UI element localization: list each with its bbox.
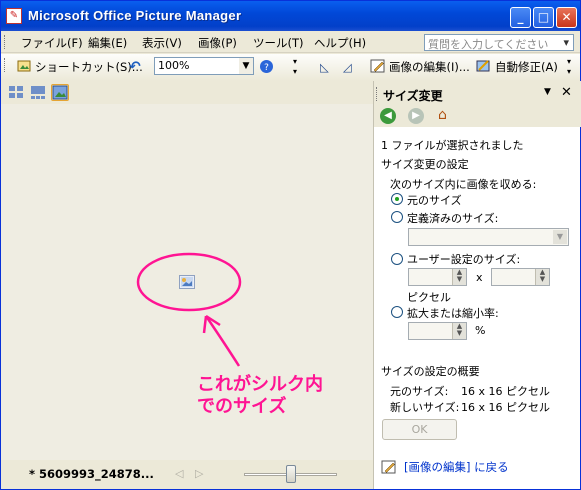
opt-custom-label: ユーザー設定のサイズ: bbox=[407, 253, 521, 266]
orig-size-label: 元のサイズ: bbox=[390, 385, 449, 398]
task-pane: サイズ変更 ▼ ✕ ◀ ▶ ⌂ 1 ファイルが選択されました サイズ変更の設定 … bbox=[373, 81, 581, 489]
pixels-label: ピクセル bbox=[407, 291, 451, 304]
menu-edit[interactable]: 編集(E) bbox=[88, 35, 127, 51]
edit-picture-link-icon[interactable] bbox=[381, 459, 397, 478]
back-to-edit-link[interactable]: [画像の編集] に戻る bbox=[404, 459, 509, 475]
toolbar-options-icon[interactable]: ▾ ▾ bbox=[293, 57, 297, 77]
auto-correct-button[interactable]: 自動修正(A) bbox=[495, 57, 558, 77]
menu-file[interactable]: ファイル(F) bbox=[21, 35, 83, 51]
undo-icon[interactable]: ↶ bbox=[129, 57, 141, 77]
forward-arrow-icon[interactable]: ▶ bbox=[408, 108, 424, 124]
new-size-value: 16 x 16 ピクセル bbox=[461, 401, 550, 414]
opt-original-label: 元のサイズ bbox=[407, 194, 462, 207]
back-arrow-icon[interactable]: ◀ bbox=[380, 108, 396, 124]
svg-text:?: ? bbox=[264, 63, 269, 73]
zoom-slider-thumb[interactable] bbox=[286, 465, 296, 483]
pane-close-icon[interactable]: ✕ bbox=[561, 85, 572, 100]
annotation-text-line1: これがシルク内 bbox=[197, 373, 323, 395]
picture-manager-icon: ✎ bbox=[6, 8, 22, 24]
auto-correct-icon[interactable] bbox=[476, 57, 492, 77]
rotate-left-icon[interactable]: ◺ bbox=[320, 57, 329, 77]
zoom-value: 100% bbox=[158, 59, 190, 72]
annotation-arrow-line bbox=[204, 315, 241, 367]
ok-button[interactable]: OK bbox=[382, 419, 457, 440]
picture-thumbnail[interactable] bbox=[179, 275, 195, 289]
summary-header: サイズの設定の概要 bbox=[381, 365, 480, 378]
custom-width-input[interactable]: ▲ ▼ bbox=[408, 268, 467, 286]
radio-original[interactable] bbox=[391, 193, 403, 205]
minimize-button[interactable]: _ bbox=[510, 7, 531, 28]
percent-input[interactable]: ▲ ▼ bbox=[408, 322, 467, 340]
app-window: ✎ Microsoft Office Picture Manager _ □ ✕… bbox=[0, 0, 581, 490]
orig-size-value: 16 x 16 ピクセル bbox=[461, 385, 550, 398]
percent-spinner-icon[interactable]: ▲ ▼ bbox=[452, 323, 466, 339]
edit-picture-button[interactable]: 画像の編集(I)... bbox=[389, 57, 470, 77]
menu-help[interactable]: ヘルプ(H) bbox=[314, 35, 366, 51]
opt-percent-label: 拡大または縮小率: bbox=[407, 307, 499, 320]
width-spinner-icon[interactable]: ▲ ▼ bbox=[452, 269, 466, 285]
edit-picture-icon[interactable] bbox=[370, 57, 386, 77]
radio-predefined[interactable] bbox=[391, 211, 403, 223]
menu-view[interactable]: 表示(V) bbox=[142, 35, 182, 51]
task-pane-nav: ◀ ▶ ⌂ bbox=[374, 107, 581, 127]
percent-sign: % bbox=[475, 324, 486, 337]
rotate-right-icon[interactable]: ◿ bbox=[343, 57, 352, 77]
title-bar[interactable]: ✎ Microsoft Office Picture Manager _ □ ✕ bbox=[1, 1, 580, 31]
single-picture-view-icon[interactable] bbox=[51, 84, 69, 101]
pane-menu-icon[interactable]: ▼ bbox=[544, 87, 551, 97]
radio-percent[interactable] bbox=[391, 306, 403, 318]
height-spinner-icon[interactable]: ▲ ▼ bbox=[535, 269, 549, 285]
toolbar-overflow-icon[interactable]: ▾ ▾ bbox=[567, 57, 571, 77]
selected-count: 1 ファイルが選択されました bbox=[381, 139, 524, 152]
standard-toolbar: ショートカット(S)... ↶ ? ▾ ▾ ◺ ◿ 画像の編集(I)... 自動修… bbox=[1, 54, 580, 81]
menu-picture[interactable]: 画像(P) bbox=[198, 35, 237, 51]
times-sign: x bbox=[476, 271, 483, 284]
zoom-select[interactable]: 100% ▼ bbox=[154, 57, 254, 75]
shortcut-icon[interactable] bbox=[17, 57, 33, 77]
help-icon[interactable]: ? bbox=[259, 57, 274, 77]
view-toolbar bbox=[1, 81, 373, 104]
maximize-button[interactable]: □ bbox=[533, 7, 554, 28]
help-search-input[interactable]: 質問を入力してください bbox=[424, 34, 574, 51]
shortcut-button[interactable]: ショートカット(S)... bbox=[35, 57, 143, 77]
radio-custom[interactable] bbox=[391, 253, 403, 265]
filmstrip-view-icon[interactable] bbox=[29, 84, 47, 101]
thumbnail-view-icon[interactable] bbox=[7, 84, 25, 101]
new-size-label: 新しいサイズ: bbox=[390, 401, 460, 414]
toolbar-grip-icon[interactable] bbox=[4, 58, 7, 72]
annotation-text-line2: でのサイズ bbox=[197, 395, 286, 417]
chevron-down-icon[interactable]: ▼ bbox=[553, 230, 567, 244]
file-name-label: * 5609993_24878... bbox=[29, 467, 154, 481]
predefined-size-select[interactable]: ▼ bbox=[408, 228, 569, 246]
pane-grip-icon[interactable] bbox=[376, 87, 379, 101]
home-icon[interactable]: ⌂ bbox=[438, 107, 447, 123]
opt-predefined-label: 定義済みのサイズ: bbox=[407, 212, 499, 225]
menu-tools[interactable]: ツール(T) bbox=[253, 35, 304, 51]
task-pane-title: サイズ変更 bbox=[383, 89, 443, 103]
settings-header: サイズ変更の設定 bbox=[381, 158, 469, 171]
fit-label: 次のサイズ内に画像を収める: bbox=[390, 178, 537, 191]
window-title: Microsoft Office Picture Manager bbox=[28, 8, 242, 23]
custom-height-input[interactable]: ▲ ▼ bbox=[491, 268, 550, 286]
prev-picture-icon[interactable]: ◁ bbox=[175, 467, 183, 480]
chevron-down-icon[interactable]: ▼ bbox=[239, 58, 253, 74]
menu-grip-icon[interactable] bbox=[4, 35, 7, 49]
next-picture-icon[interactable]: ▷ bbox=[195, 467, 203, 480]
task-pane-header: サイズ変更 ▼ ✕ bbox=[374, 81, 581, 107]
close-button[interactable]: ✕ bbox=[556, 7, 577, 28]
